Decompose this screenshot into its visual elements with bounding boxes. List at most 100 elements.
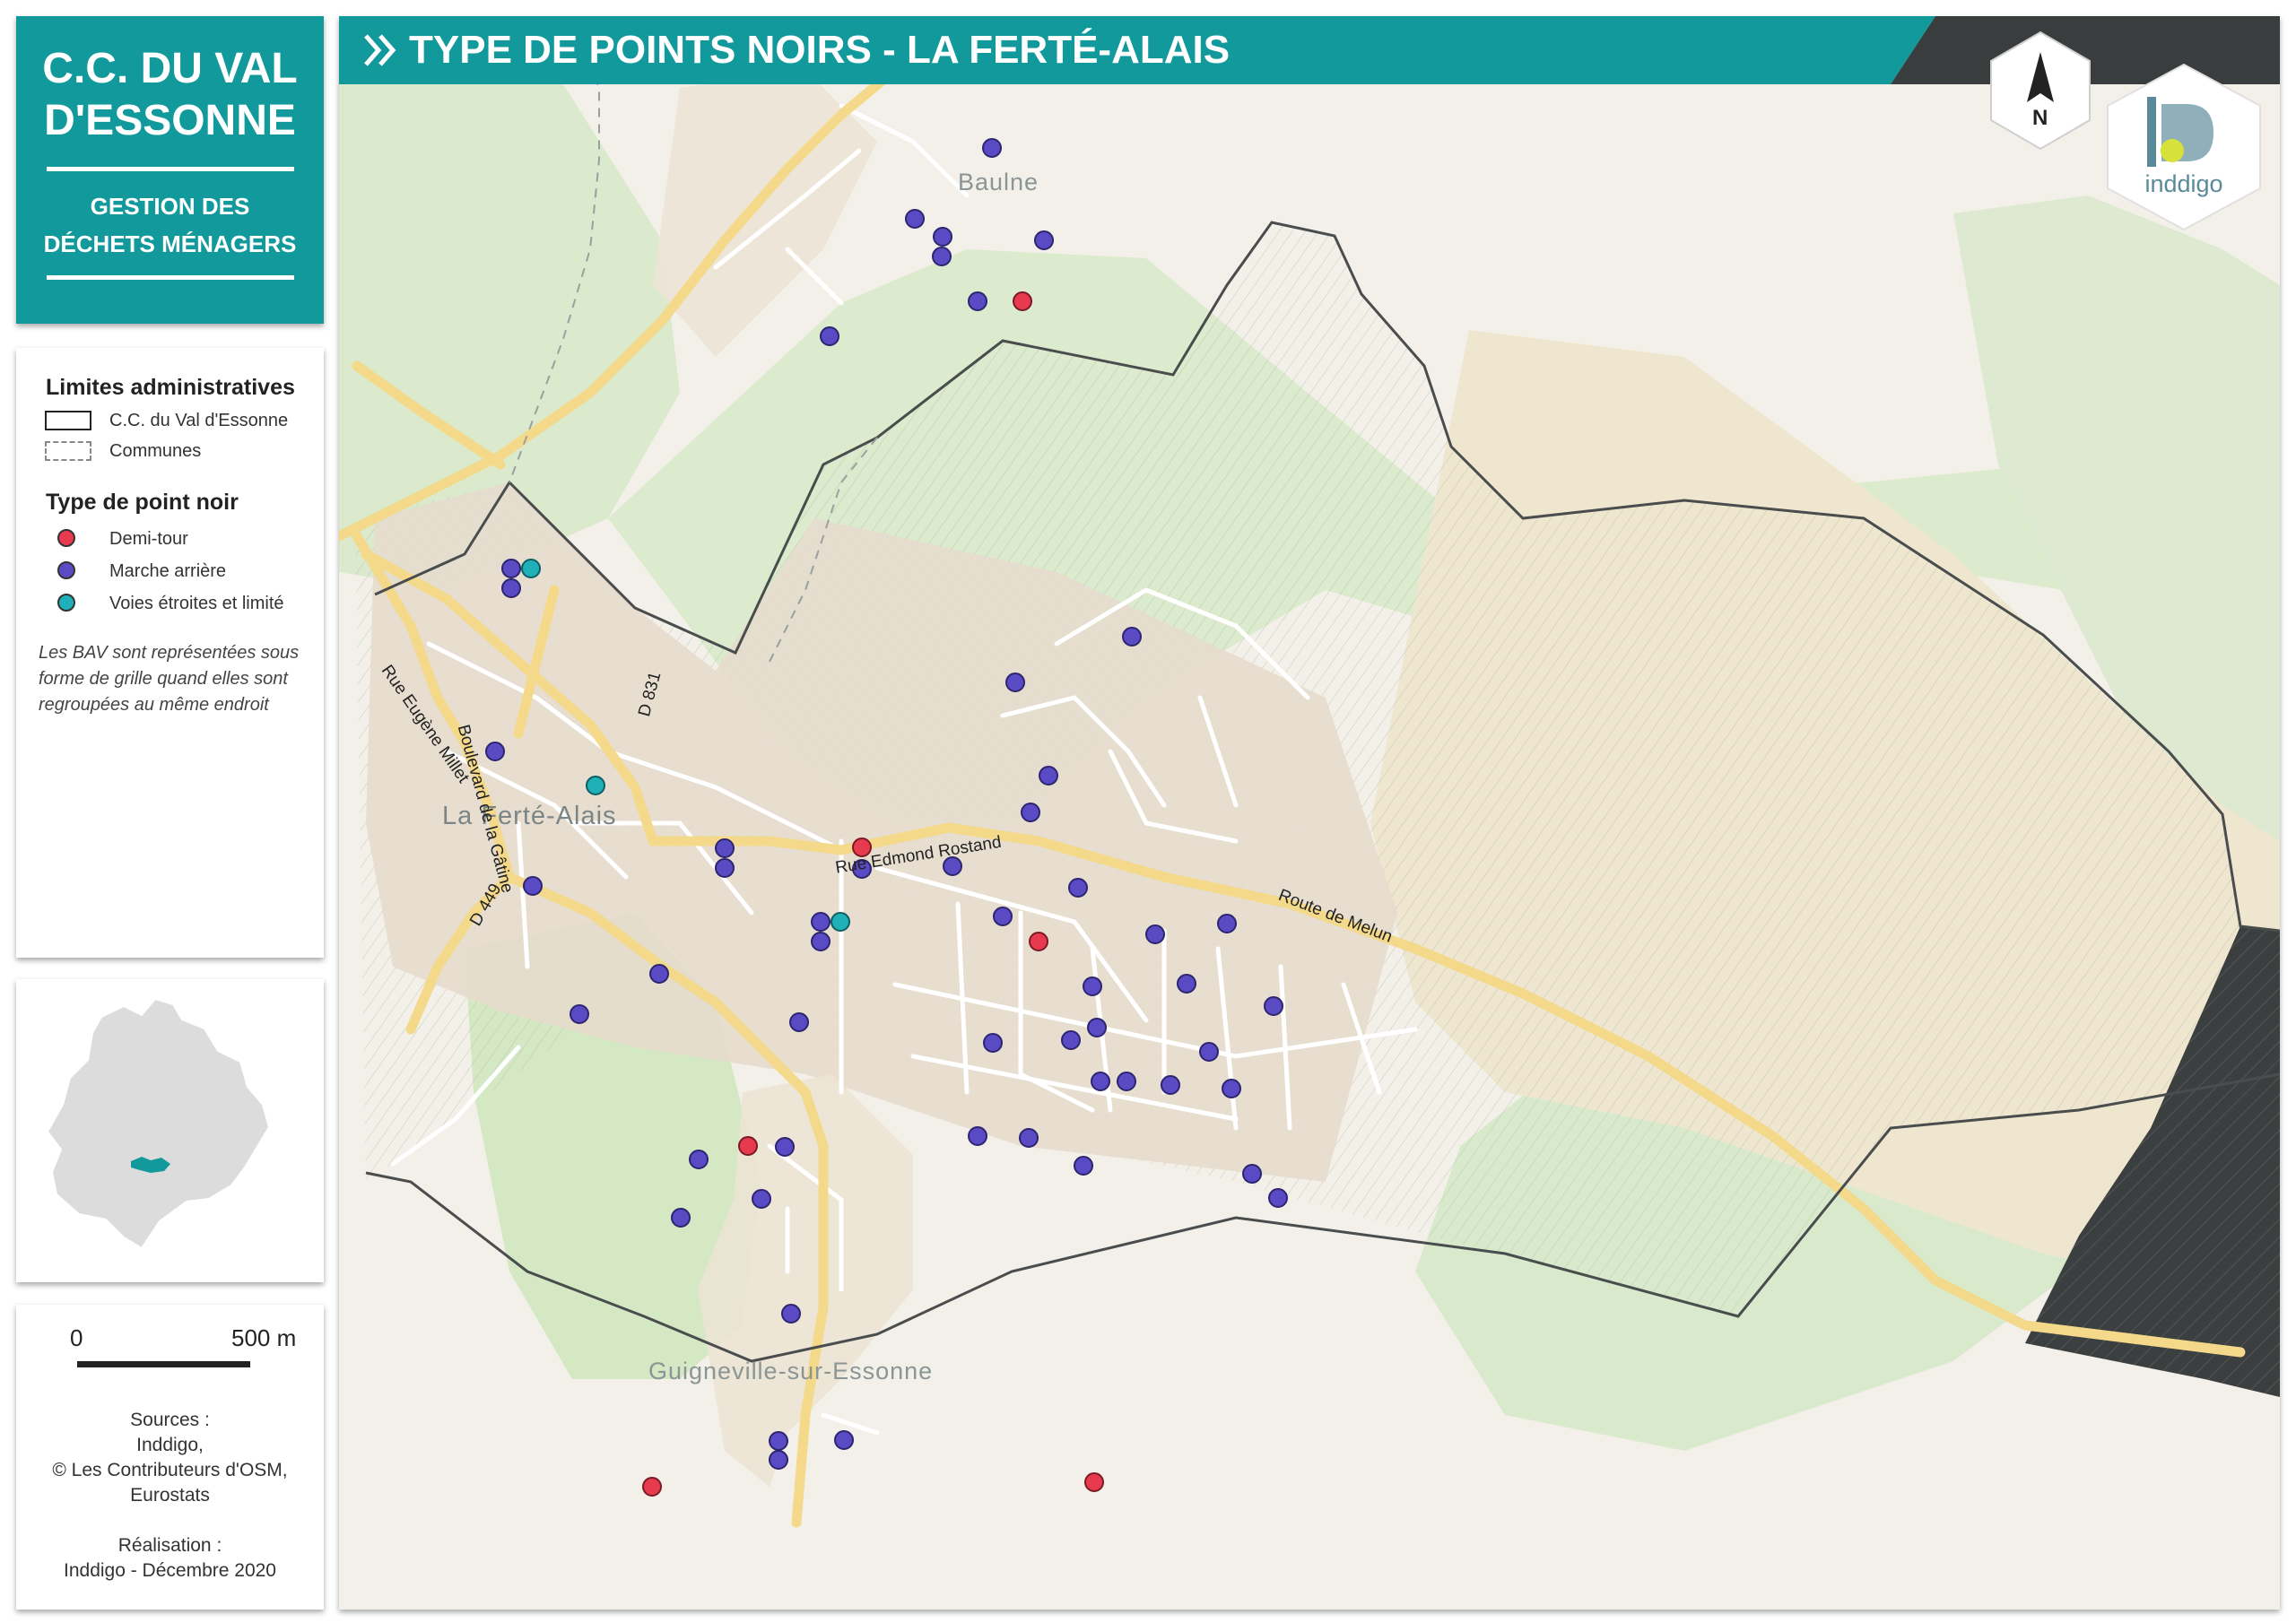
voies-etroites-point[interactable] — [521, 559, 541, 578]
marche-arriere-point[interactable] — [523, 876, 543, 896]
legend-type-heading: Type de point noir — [46, 490, 239, 515]
legend-label: Voies étroites et limité — [109, 593, 284, 613]
logo-text: inddigo — [2144, 170, 2223, 197]
marche-arriere-point[interactable] — [932, 247, 952, 266]
marche-arriere-point[interactable] — [1222, 1079, 1241, 1098]
marche-arriere-point[interactable] — [905, 209, 925, 229]
marche-arriere-point[interactable] — [1074, 1156, 1093, 1176]
org-name: C.C. DU VAL D'ESSONNE — [16, 43, 324, 147]
divider — [46, 275, 294, 280]
marche-arriere-point[interactable] — [1145, 924, 1165, 944]
marche-arriere-point[interactable] — [1242, 1164, 1262, 1184]
legend-item-cc-boundary: C.C. du Val d'Essonne — [45, 407, 288, 434]
marche-arriere-point[interactable] — [1068, 878, 1088, 898]
legend-item-voies-etroites: Voies étroites et limité — [45, 590, 284, 617]
marche-arriere-point[interactable] — [1264, 996, 1283, 1016]
legend-panel: Limites administratives C.C. du Val d'Es… — [16, 348, 324, 958]
place-label-la-ferte-alais: La Ferté-Alais — [442, 802, 617, 830]
marche-arriere-point[interactable] — [1061, 1030, 1081, 1050]
north-arrow-icon — [1990, 30, 2091, 151]
marche-arriere-point[interactable] — [570, 1004, 589, 1024]
voies-etroites-point[interactable] — [586, 776, 605, 795]
marche-arriere-point[interactable] — [501, 559, 521, 578]
marche-arriere-point[interactable] — [1122, 627, 1142, 647]
legend-label: C.C. du Val d'Essonne — [109, 410, 289, 430]
demi-tour-point[interactable] — [1084, 1472, 1104, 1492]
marche-arriere-point[interactable] — [781, 1304, 801, 1324]
demi-tour-point[interactable] — [642, 1477, 662, 1497]
solid-boundary-swatch — [45, 411, 91, 430]
marche-arriere-point[interactable] — [1268, 1188, 1288, 1208]
demi-tour-point[interactable] — [1029, 932, 1048, 951]
marche-arriere-point[interactable] — [834, 1430, 854, 1450]
marche-arriere-point[interactable] — [1199, 1042, 1219, 1062]
voies-etroites-point[interactable] — [831, 912, 850, 932]
marche-arriere-point[interactable] — [775, 1137, 795, 1157]
marche-arriere-point[interactable] — [983, 1033, 1003, 1053]
marche-arriere-point[interactable] — [1117, 1072, 1136, 1091]
teal-dot-swatch — [57, 594, 75, 612]
locator-territory-shape — [46, 997, 271, 1250]
marche-arriere-point[interactable] — [789, 1012, 809, 1032]
marche-arriere-point[interactable] — [993, 907, 1013, 926]
marche-arriere-point[interactable] — [968, 1126, 987, 1146]
marche-arriere-point[interactable] — [769, 1450, 788, 1470]
marche-arriere-point[interactable] — [811, 932, 831, 951]
marche-arriere-point[interactable] — [769, 1431, 788, 1451]
marche-arriere-point[interactable] — [1021, 803, 1040, 822]
legend-item-marche-arriere: Marche arrière — [45, 558, 226, 585]
marche-arriere-point[interactable] — [1177, 974, 1196, 994]
locator-map — [46, 997, 271, 1250]
legend-label: Communes — [109, 440, 202, 461]
marche-arriere-point[interactable] — [1034, 230, 1054, 250]
map-canvas — [339, 16, 2280, 1610]
locator-map-panel — [16, 979, 324, 1282]
sources-line: Eurostats — [130, 1485, 210, 1506]
marche-arriere-point[interactable] — [820, 326, 839, 346]
marche-arriere-point[interactable] — [968, 291, 987, 311]
red-dot-swatch — [57, 529, 75, 547]
legend-label: Marche arrière — [109, 560, 227, 581]
org-name-line1: C.C. DU VAL — [42, 45, 298, 92]
marche-arriere-point[interactable] — [1161, 1075, 1180, 1095]
marche-arriere-point[interactable] — [1217, 914, 1237, 933]
sources-line: Sources : — [130, 1410, 210, 1430]
scale-end-label: 500 m — [231, 1324, 297, 1351]
marche-arriere-point[interactable] — [1019, 1128, 1039, 1148]
marche-arriere-point[interactable] — [752, 1189, 771, 1209]
marche-arriere-point[interactable] — [1083, 976, 1102, 996]
marche-arriere-point[interactable] — [1091, 1072, 1110, 1091]
title-card: C.C. DU VAL D'ESSONNE GESTION DES DÉCHET… — [16, 16, 324, 324]
marche-arriere-point[interactable] — [501, 578, 521, 598]
marche-arriere-point[interactable] — [1039, 766, 1058, 785]
place-label-guigneville: Guigneville-sur-Essonne — [648, 1358, 934, 1384]
demi-tour-point[interactable] — [1013, 291, 1032, 311]
marche-arriere-point[interactable] — [715, 838, 735, 858]
org-subtitle: GESTION DES DÉCHETS MÉNAGERS — [16, 187, 324, 263]
marche-arriere-point[interactable] — [1005, 673, 1025, 692]
demi-tour-point[interactable] — [738, 1136, 758, 1156]
marche-arriere-point[interactable] — [715, 858, 735, 878]
legend-note: Les BAV sont représentées sous forme de … — [39, 643, 300, 715]
marche-arriere-point[interactable] — [1087, 1018, 1107, 1037]
marche-arriere-point[interactable] — [689, 1150, 709, 1169]
sources-line: © Les Contributeurs d'OSM, — [52, 1460, 288, 1480]
subtitle-line1: GESTION DES — [90, 193, 250, 220]
map-frame[interactable]: Baulne La Ferté-Alais Guigneville-sur-Es… — [339, 16, 2280, 1610]
scale-sources-panel: 0 500 m Sources : Inddigo, © Les Contrib… — [16, 1305, 324, 1610]
credit-line: Réalisation : — [117, 1535, 222, 1556]
legend-item-communes: Communes — [45, 438, 201, 464]
marche-arriere-point[interactable] — [982, 138, 1002, 158]
dashed-boundary-swatch — [45, 441, 91, 461]
north-label: N — [2032, 106, 2048, 130]
marche-arriere-point[interactable] — [811, 912, 831, 932]
sources-line: Inddigo, — [136, 1435, 204, 1455]
marche-arriere-point[interactable] — [485, 742, 505, 761]
marche-arriere-point[interactable] — [649, 964, 669, 984]
inddigo-logo-icon — [2107, 63, 2261, 231]
inddigo-logo: inddigo — [2099, 57, 2269, 237]
north-arrow: N — [1982, 27, 2099, 161]
marche-arriere-point[interactable] — [671, 1208, 691, 1228]
legend-label: Demi-tour — [109, 528, 188, 549]
marche-arriere-point[interactable] — [933, 227, 952, 247]
